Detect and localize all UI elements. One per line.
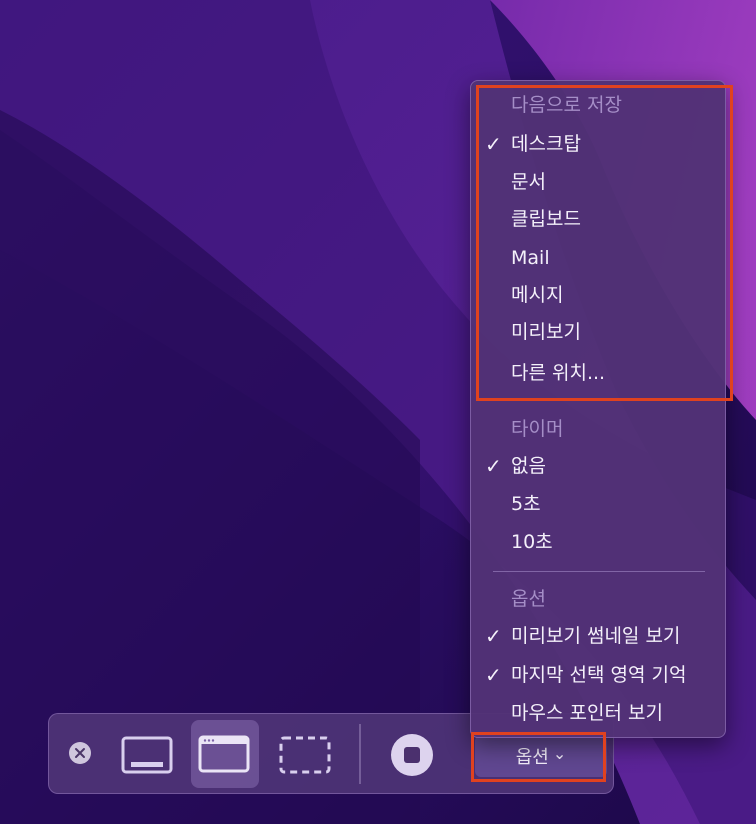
menu-header-timer: 타이머 <box>511 418 564 440</box>
capture-selection-button[interactable] <box>271 722 341 788</box>
menu-separator <box>493 571 705 572</box>
capture-entire-screen-button[interactable] <box>113 722 183 788</box>
menu-item-timer-5s[interactable]: 5초 <box>471 486 725 522</box>
capture-window-icon <box>198 735 250 773</box>
capture-selection-icon <box>279 736 331 774</box>
checkmark-icon: ✓ <box>485 663 502 687</box>
menu-item-remember-last-selection[interactable]: ✓ 마지막 선택 영역 기억 <box>471 657 725 693</box>
record-stop-icon <box>391 734 433 776</box>
record-stop-button[interactable] <box>387 730 437 780</box>
menu-item-timer-10s[interactable]: 10초 <box>471 524 725 560</box>
highlight-options-button <box>471 732 606 782</box>
menu-item-timer-none[interactable]: ✓ 없음 <box>471 448 725 484</box>
checkmark-icon: ✓ <box>485 454 502 478</box>
capture-window-button[interactable] <box>191 720 259 788</box>
menu-item-show-floating-thumbnail[interactable]: ✓ 미리보기 썸네일 보기 <box>471 618 725 654</box>
close-icon[interactable] <box>69 742 91 764</box>
highlight-save-to-section <box>476 85 733 401</box>
menu-item-show-mouse-pointer[interactable]: 마우스 포인터 보기 <box>471 695 725 731</box>
capture-entire-screen-icon <box>121 736 173 774</box>
toolbar-divider <box>359 724 361 784</box>
checkmark-icon: ✓ <box>485 624 502 648</box>
menu-header-options: 옵션 <box>511 588 546 610</box>
